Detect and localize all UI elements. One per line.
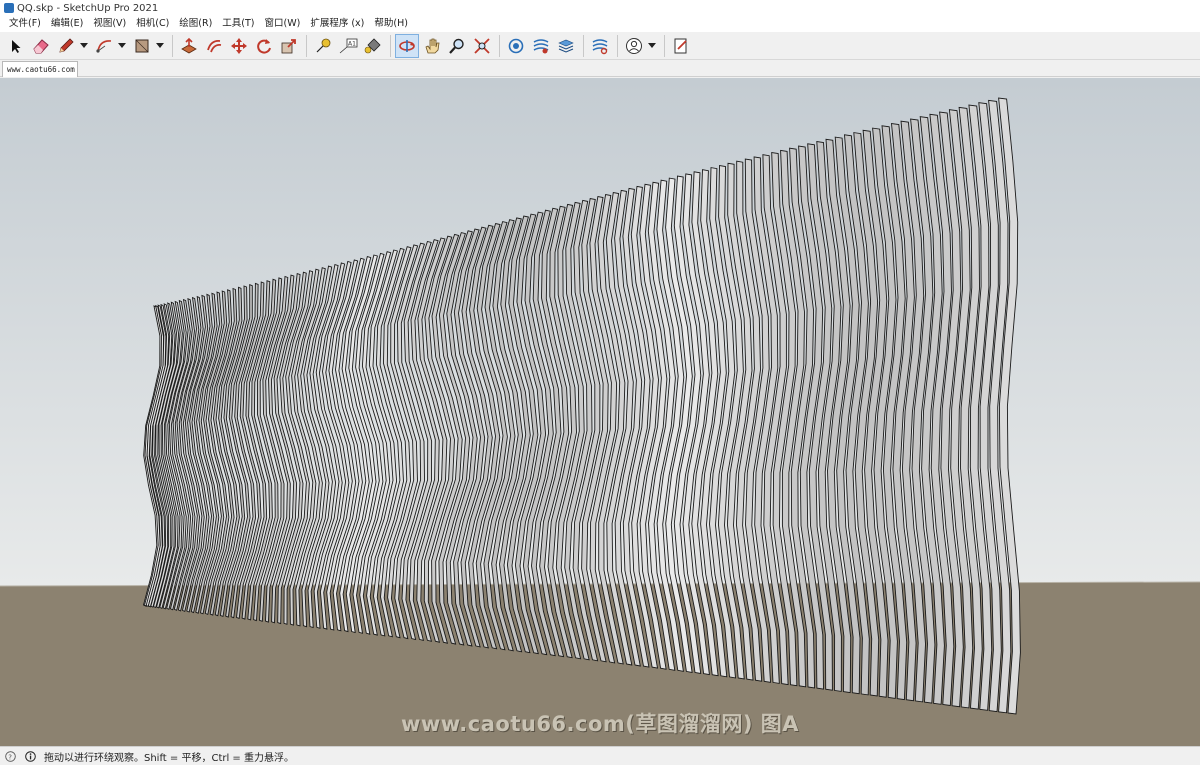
push-pull-icon bbox=[181, 37, 197, 53]
shape-tool-dropdown[interactable] bbox=[155, 34, 165, 58]
scene-tab[interactable]: www.caotu66.com bbox=[2, 61, 78, 77]
text-tool[interactable]: A1 bbox=[336, 34, 360, 58]
title-bar: QQ.skp - SketchUp Pro 2021 bbox=[0, 0, 1200, 16]
triangle-down-icon bbox=[80, 42, 88, 48]
toolbar-separator bbox=[664, 34, 665, 57]
move-tool[interactable] bbox=[227, 34, 251, 58]
menu-view[interactable]: 视图(V) bbox=[88, 16, 131, 32]
shape-tool[interactable] bbox=[130, 34, 154, 58]
toolbar-separator bbox=[390, 34, 391, 57]
main-toolbar: A1 bbox=[0, 32, 1200, 60]
menu-bar: 文件(F) 编辑(E) 视图(V) 相机(C) 绘图(R) 工具(T) 窗口(W… bbox=[0, 16, 1200, 32]
status-bar: ? 拖动以进行环绕观察。Shift = 平移，Ctrl = 重力悬浮。 bbox=[0, 746, 1200, 765]
model-viewport[interactable] bbox=[0, 78, 1200, 746]
menu-tools[interactable]: 工具(T) bbox=[217, 16, 259, 32]
send-to-layout-button[interactable] bbox=[669, 34, 693, 58]
menu-file[interactable]: 文件(F) bbox=[4, 16, 46, 32]
watermark-text: www.caotu66.com(草图溜溜网) 图A bbox=[400, 712, 800, 736]
menu-draw[interactable]: 绘图(R) bbox=[174, 16, 217, 32]
zoom-extents-tool[interactable] bbox=[470, 34, 494, 58]
rotate-tool[interactable] bbox=[252, 34, 276, 58]
layout-button[interactable] bbox=[554, 34, 578, 58]
eraser-icon bbox=[33, 38, 49, 53]
eraser-tool[interactable] bbox=[29, 34, 53, 58]
select-tool[interactable] bbox=[4, 34, 28, 58]
triangle-down-icon bbox=[156, 42, 164, 48]
line-tool[interactable] bbox=[54, 34, 78, 58]
triangle-down-icon bbox=[648, 42, 656, 48]
extension-icon bbox=[533, 38, 549, 53]
user-account-dropdown[interactable] bbox=[647, 34, 657, 58]
status-text: 拖动以进行环绕观察。Shift = 平移，Ctrl = 重力悬浮。 bbox=[44, 752, 294, 764]
tape-measure-tool[interactable] bbox=[311, 34, 335, 58]
paint-bucket-icon bbox=[364, 37, 381, 53]
warehouse-icon bbox=[508, 38, 524, 53]
menu-edit[interactable]: 编辑(E) bbox=[46, 16, 88, 32]
zoom-extents-icon bbox=[474, 37, 490, 54]
hand-icon bbox=[425, 38, 440, 53]
push-pull-tool[interactable] bbox=[177, 34, 201, 58]
offset-icon bbox=[207, 39, 222, 52]
3d-warehouse-button[interactable] bbox=[504, 34, 528, 58]
menu-window[interactable]: 窗口(W) bbox=[260, 16, 306, 32]
user-icon bbox=[626, 37, 642, 54]
move-icon bbox=[231, 37, 247, 54]
rectangle-icon bbox=[135, 39, 149, 52]
arc-tool-dropdown[interactable] bbox=[117, 34, 127, 58]
text-icon: A1 bbox=[339, 38, 358, 53]
arc-tool[interactable] bbox=[92, 34, 116, 58]
arrow-icon bbox=[12, 39, 21, 53]
pencil-icon bbox=[59, 37, 74, 53]
menu-help[interactable]: 帮助(H) bbox=[369, 16, 413, 32]
layers-icon bbox=[558, 39, 574, 53]
orbit-tool[interactable] bbox=[395, 33, 419, 58]
scale-icon bbox=[281, 38, 296, 53]
toolbar-separator bbox=[583, 34, 584, 57]
extension-warehouse-button[interactable] bbox=[529, 34, 553, 58]
orbit-icon bbox=[399, 39, 415, 52]
toolbar-separator bbox=[499, 34, 500, 57]
info-icon[interactable] bbox=[24, 750, 36, 762]
extension-manager-button[interactable] bbox=[588, 34, 612, 58]
question-icon[interactable]: ? bbox=[4, 750, 16, 762]
magnifier-icon bbox=[449, 38, 464, 54]
extension-manager-icon bbox=[592, 38, 608, 54]
scene-canvas[interactable] bbox=[0, 78, 1200, 746]
toolbar-separator bbox=[172, 34, 173, 57]
document-icon bbox=[674, 38, 687, 53]
scene-tab-bar: www.caotu66.com bbox=[0, 60, 1200, 77]
toolbar-separator bbox=[617, 34, 618, 57]
menu-camera[interactable]: 相机(C) bbox=[131, 16, 174, 32]
triangle-down-icon bbox=[118, 42, 126, 48]
window-title: QQ.skp - SketchUp Pro 2021 bbox=[17, 2, 159, 14]
user-account-button[interactable] bbox=[622, 34, 646, 58]
svg-text:?: ? bbox=[8, 753, 12, 761]
rotate-icon bbox=[257, 38, 271, 54]
offset-tool[interactable] bbox=[202, 34, 226, 58]
scale-tool[interactable] bbox=[277, 34, 301, 58]
line-tool-dropdown[interactable] bbox=[79, 34, 89, 58]
paint-bucket-tool[interactable] bbox=[361, 34, 385, 58]
arc-icon bbox=[96, 39, 112, 53]
zoom-tool[interactable] bbox=[445, 34, 469, 58]
svg-text:A1: A1 bbox=[348, 40, 356, 47]
tape-icon bbox=[316, 38, 331, 52]
pan-tool[interactable] bbox=[420, 34, 444, 58]
sketchup-logo-icon bbox=[4, 3, 14, 13]
toolbar-separator bbox=[306, 34, 307, 57]
menu-extensions[interactable]: 扩展程序 (x) bbox=[305, 16, 369, 32]
